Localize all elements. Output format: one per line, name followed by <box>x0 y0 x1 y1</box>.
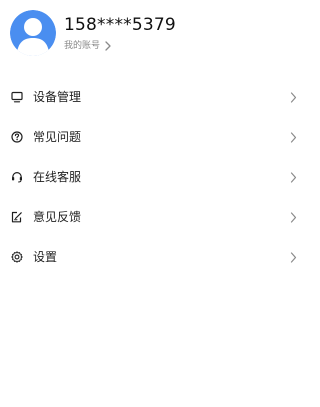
gear-icon <box>11 251 23 263</box>
my-account-link[interactable]: 我的账号 <box>64 38 111 54</box>
profile-header: 158****5379 我的账号 <box>0 0 304 66</box>
chevron-right-icon <box>290 211 297 223</box>
menu-item-label: 设备管理 <box>33 90 82 104</box>
menu-item-label: 意见反馈 <box>33 210 82 224</box>
menu-item-feedback[interactable]: 意见反馈 <box>0 197 304 237</box>
menu-item-label: 常见问题 <box>33 130 82 144</box>
my-account-label: 我的账号 <box>64 41 101 51</box>
question-circle-icon <box>11 131 23 143</box>
chevron-right-icon <box>290 131 297 143</box>
chevron-right-icon <box>290 171 297 183</box>
menu-item-label: 设置 <box>33 250 58 264</box>
menu-item-settings[interactable]: 设置 <box>0 237 304 277</box>
menu-item-device-management[interactable]: 设备管理 <box>0 77 304 117</box>
user-avatar-icon <box>10 10 56 56</box>
chevron-right-icon <box>290 251 297 263</box>
headset-icon <box>12 171 22 183</box>
menu-item-faq[interactable]: 常见问题 <box>0 117 304 157</box>
phone-number: 158****5379 <box>64 15 176 35</box>
feedback-edit-icon <box>11 211 22 223</box>
chevron-right-icon <box>290 91 297 103</box>
monitor-icon <box>11 91 23 103</box>
menu-item-label: 在线客服 <box>33 170 82 184</box>
menu-list: 设备管理 常见问题 在线客服 意见反馈 设置 <box>0 77 304 277</box>
chevron-right-icon <box>105 41 111 51</box>
avatar[interactable] <box>10 10 56 56</box>
menu-item-online-support[interactable]: 在线客服 <box>0 157 304 197</box>
